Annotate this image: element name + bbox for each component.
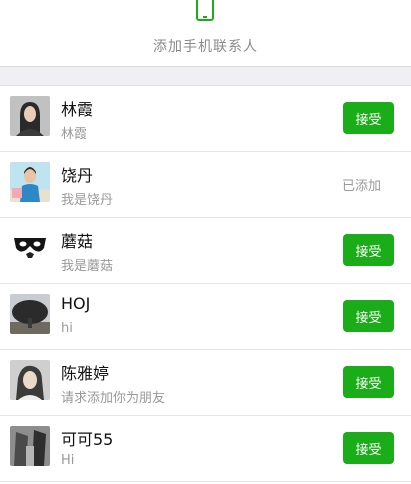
request-message: 我是蘑菇 (61, 259, 114, 274)
added-status-label: 已添加 (342, 179, 382, 194)
tree-avatar (10, 294, 50, 334)
portrait-avatar (10, 162, 50, 202)
building-avatar (10, 426, 50, 466)
contact-name: 蘑菇 (61, 232, 94, 251)
request-message: 请求添加你为朋友 (61, 391, 166, 406)
accept-button[interactable]: 接受 (343, 234, 394, 266)
row-divider (0, 481, 411, 482)
accept-button[interactable]: 接受 (343, 366, 394, 398)
request-message: hi (61, 321, 73, 336)
add-phone-contacts-label: 添加手机联系人 (153, 39, 258, 55)
contact-name: 林霞 (61, 100, 94, 119)
section-separator (0, 67, 411, 86)
friend-request-row[interactable]: 蘑菇 我是蘑菇 接受 (0, 218, 411, 284)
accept-button[interactable]: 接受 (343, 300, 394, 332)
friend-request-row[interactable]: 林霞 林霞 接受 (0, 86, 411, 152)
add-phone-contacts-header[interactable]: 添加手机联系人 (0, 0, 411, 67)
contact-name: HOJ (61, 294, 91, 313)
friend-request-row[interactable]: HOJ hi 接受 (0, 284, 411, 350)
request-message: 我是饶丹 (61, 193, 114, 208)
phone-icon (196, 0, 214, 21)
request-message: 林霞 (61, 127, 88, 142)
friend-request-row[interactable]: 饶丹 我是饶丹 已添加 (0, 152, 411, 218)
portrait-avatar (10, 360, 50, 400)
request-message: Hi (61, 453, 75, 468)
friend-request-row[interactable]: 陈雅婷 请求添加你为朋友 接受 (0, 350, 411, 416)
contact-name: 饶丹 (61, 166, 94, 185)
friend-request-row[interactable]: 可可55 Hi 接受 (0, 416, 411, 482)
accept-button[interactable]: 接受 (343, 432, 394, 464)
portrait-avatar (10, 96, 50, 136)
contact-name: 可可55 (61, 430, 114, 449)
mask-avatar (10, 228, 50, 268)
accept-button[interactable]: 接受 (343, 102, 394, 134)
contact-name: 陈雅婷 (61, 364, 110, 383)
